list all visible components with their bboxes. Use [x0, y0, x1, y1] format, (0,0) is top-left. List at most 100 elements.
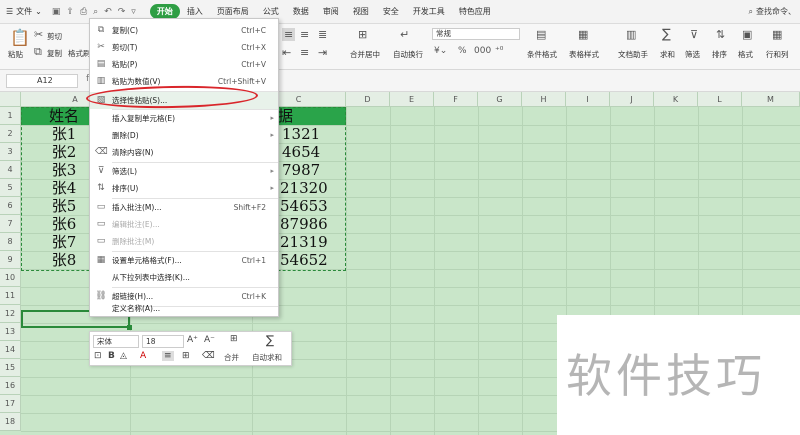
column-header-f[interactable]: F: [434, 92, 478, 107]
doc-helper-button[interactable]: 文档助手: [618, 49, 648, 60]
copy-button[interactable]: 复制: [47, 48, 62, 59]
column-header-l[interactable]: L: [698, 92, 742, 107]
menu-item-paste[interactable]: ▤ 粘贴(P) Ctrl+V: [90, 56, 278, 73]
row-header[interactable]: 11: [0, 287, 21, 305]
tab-view[interactable]: 视图: [346, 4, 376, 19]
row-header[interactable]: 12: [0, 305, 21, 323]
column-header-h[interactable]: H: [522, 92, 566, 107]
format-painter-button[interactable]: 格式刷: [68, 48, 91, 59]
font-color-icon[interactable]: A: [140, 351, 146, 361]
row-col-icon[interactable]: ▦: [772, 28, 782, 41]
align-center-icon[interactable]: ≡: [162, 351, 174, 361]
menu-item-pick-from-list[interactable]: 从下拉列表中选择(K)...: [90, 269, 278, 286]
print-preview-icon[interactable]: ⌕: [93, 7, 98, 17]
sum-button[interactable]: 求和: [660, 49, 675, 60]
row-header[interactable]: 8: [0, 233, 21, 251]
column-header-d[interactable]: D: [346, 92, 390, 107]
conditional-format-icon[interactable]: ▤: [536, 28, 546, 41]
cut-icon[interactable]: ✂: [34, 28, 43, 41]
row-header[interactable]: 18: [0, 413, 21, 431]
menu-item-delete[interactable]: 删除(D) ▸: [90, 127, 278, 144]
table-style-icon[interactable]: ▦: [578, 28, 588, 41]
merge-icon[interactable]: ⊞: [230, 334, 238, 344]
file-menu[interactable]: ☰ 文件 ⌄: [6, 6, 42, 17]
tab-formulas[interactable]: 公式: [256, 4, 286, 19]
menu-item-insert-comment[interactable]: ▭ 插入批注(M)... Shift+F2: [90, 199, 278, 216]
name-box[interactable]: A12: [6, 74, 78, 88]
table-style-button[interactable]: 表格样式: [569, 49, 599, 60]
row-header[interactable]: 6: [0, 197, 21, 215]
customize-icon[interactable]: ▿: [131, 7, 136, 17]
tab-security[interactable]: 安全: [376, 4, 406, 19]
save-icon[interactable]: ▣: [52, 7, 61, 17]
autosum-icon[interactable]: ∑: [266, 333, 274, 347]
tab-data[interactable]: 数据: [286, 4, 316, 19]
select-all-corner[interactable]: [0, 92, 21, 107]
indent-center-icon[interactable]: ≡: [300, 46, 309, 59]
column-header-g[interactable]: G: [478, 92, 522, 107]
menu-item-sort[interactable]: ⇅ 排序(U) ▸: [90, 180, 278, 197]
row-header[interactable]: 5: [0, 179, 21, 197]
grow-font-icon[interactable]: A⁺: [187, 335, 198, 345]
copy-icon[interactable]: ⧉: [34, 45, 42, 59]
tab-page-layout[interactable]: 页面布局: [210, 4, 256, 19]
undo-icon[interactable]: ↶: [104, 7, 112, 17]
merge-center-button[interactable]: 合并居中: [350, 49, 380, 60]
currency-icon[interactable]: ¥⌄: [434, 46, 447, 56]
indent-left-icon[interactable]: ⇤: [282, 46, 291, 59]
column-header-j[interactable]: J: [610, 92, 654, 107]
sort-icon[interactable]: ⇅: [716, 28, 725, 41]
clear-format-icon[interactable]: ⌫: [202, 351, 215, 361]
row-header[interactable]: 9: [0, 251, 21, 269]
redo-icon[interactable]: ↷: [118, 7, 126, 17]
align-justify-icon[interactable]: ≣: [318, 28, 327, 41]
font-size-select[interactable]: 18: [142, 335, 184, 348]
row-header[interactable]: 15: [0, 359, 21, 377]
menu-item-filter[interactable]: ⊽ 筛选(L) ▸: [90, 163, 278, 180]
row-header[interactable]: 14: [0, 341, 21, 359]
tab-home[interactable]: 开始: [149, 4, 180, 19]
tab-review[interactable]: 审阅: [316, 4, 346, 19]
sum-icon[interactable]: ∑: [662, 27, 671, 42]
align-right-icon[interactable]: ≡: [300, 28, 309, 41]
row-header[interactable]: 3: [0, 143, 21, 161]
wrap-text-icon[interactable]: ↵: [400, 28, 409, 41]
search-command[interactable]: ⌕ 查找命令、: [749, 6, 796, 17]
row-col-button[interactable]: 行和列: [766, 49, 789, 60]
cut-button[interactable]: 剪切: [47, 31, 62, 42]
format-icon[interactable]: ▣: [742, 28, 752, 41]
tab-features[interactable]: 特色应用: [452, 4, 498, 19]
format-button[interactable]: 格式: [738, 49, 753, 60]
row-header[interactable]: 13: [0, 323, 21, 341]
sort-button[interactable]: 排序: [712, 49, 727, 60]
decimal-icon[interactable]: ⁺⁰: [495, 46, 503, 56]
menu-item-format-cells[interactable]: ▦ 设置单元格格式(F)... Ctrl+1: [90, 252, 278, 269]
filter-button[interactable]: 筛选: [685, 49, 700, 60]
column-header-m[interactable]: M: [742, 92, 800, 107]
menu-item-clear-contents[interactable]: ⌫ 清除内容(N): [90, 144, 278, 161]
indent-right-icon[interactable]: ⇥: [318, 46, 327, 59]
wrap-text-button[interactable]: 自动换行: [393, 49, 423, 60]
merge-button[interactable]: 合并: [224, 352, 239, 363]
print-icon[interactable]: ⎙: [80, 7, 87, 17]
paste-icon[interactable]: 📋: [10, 28, 30, 47]
column-header-i[interactable]: I: [566, 92, 610, 107]
number-format-select[interactable]: 常规: [432, 28, 520, 40]
fill-color-icon[interactable]: ◬: [120, 351, 127, 361]
row-header[interactable]: 16: [0, 377, 21, 395]
menu-item-insert-copied-cells[interactable]: 插入复制单元格(E) ▸: [90, 110, 278, 127]
conditional-format-button[interactable]: 条件格式: [527, 49, 557, 60]
column-header-e[interactable]: E: [390, 92, 434, 107]
bold-icon[interactable]: B: [108, 351, 115, 361]
row-header[interactable]: 10: [0, 269, 21, 287]
thousands-icon[interactable]: 000: [474, 46, 491, 56]
tab-insert[interactable]: 插入: [180, 4, 210, 19]
filter-icon[interactable]: ⊽: [690, 28, 698, 41]
doc-helper-icon[interactable]: ▥: [626, 28, 636, 41]
column-header-k[interactable]: K: [654, 92, 698, 107]
autosum-button[interactable]: 自动求和: [252, 352, 282, 363]
borders-icon[interactable]: ⊞: [182, 351, 190, 361]
row-header[interactable]: 4: [0, 161, 21, 179]
percent-icon[interactable]: %: [458, 46, 467, 56]
align-center-icon[interactable]: ≡: [282, 28, 296, 41]
